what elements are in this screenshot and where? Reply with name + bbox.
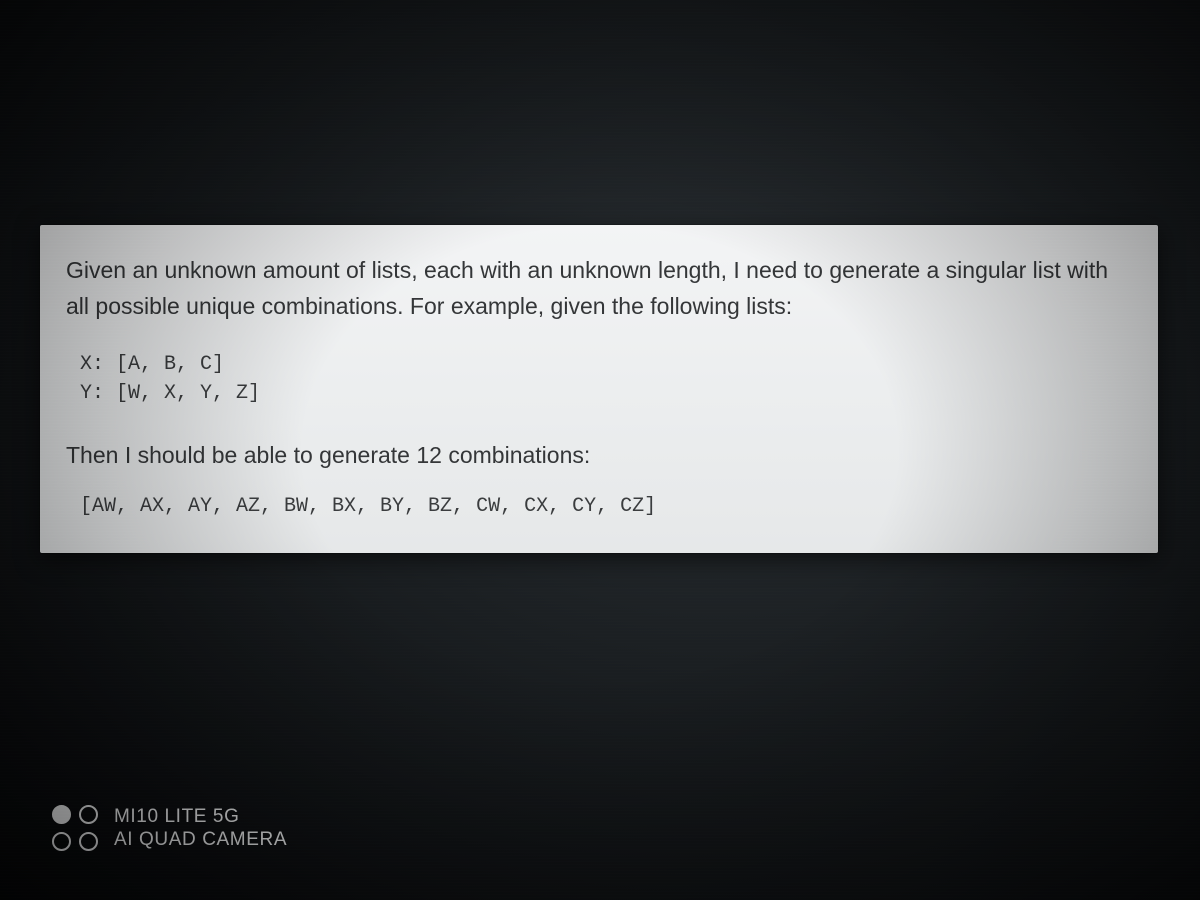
input-code-block: X: [A, B, C] Y: [W, X, Y, Z] (66, 350, 1132, 408)
camera-watermark: MI10 LITE 5G AI QUAD CAMERA (52, 805, 287, 853)
watermark-line2: AI QUAD CAMERA (114, 828, 287, 852)
content-card: Given an unknown amount of lists, each w… (40, 225, 1158, 553)
mid-paragraph: Then I should be able to generate 12 com… (66, 438, 1132, 474)
watermark-line1: MI10 LITE 5G (114, 805, 287, 829)
output-code-block: [AW, AX, AY, AZ, BW, BX, BY, BZ, CW, CX,… (66, 492, 1132, 521)
intro-paragraph: Given an unknown amount of lists, each w… (66, 253, 1132, 324)
watermark-text: MI10 LITE 5G AI QUAD CAMERA (114, 805, 287, 853)
quad-camera-icon (52, 805, 98, 851)
